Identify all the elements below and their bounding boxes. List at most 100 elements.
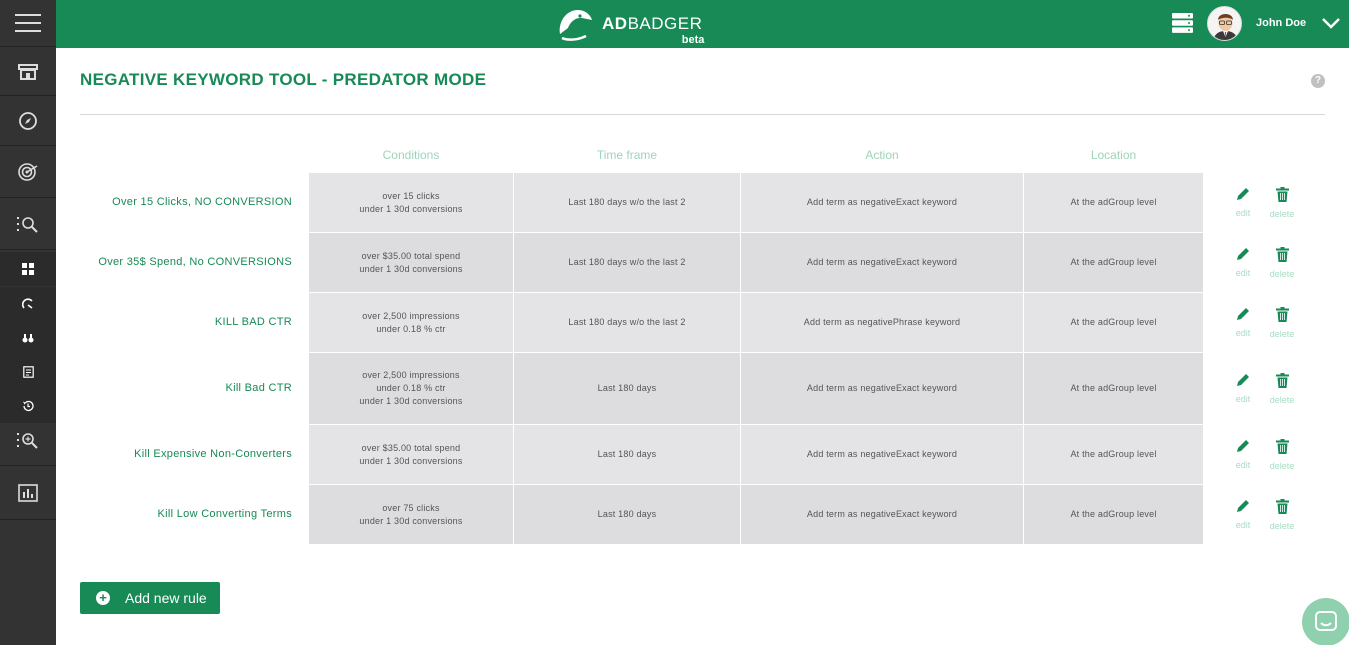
cell-action: Add term as negativeExact keyword	[741, 173, 1023, 232]
user-menu-toggle[interactable]	[1321, 15, 1341, 36]
menu-button[interactable]	[0, 0, 56, 47]
pencil-icon	[1236, 373, 1250, 392]
table-row: KILL BAD CTR over 2,500 impressions under …	[0, 293, 1349, 352]
cell-action: Add term as negativePhrase keyword	[741, 293, 1023, 352]
delete-button[interactable]: delete	[1267, 306, 1297, 339]
cell-action: Add term as negativeExact keyword	[741, 353, 1023, 424]
badger-logo-icon	[559, 10, 592, 41]
trash-icon	[1275, 438, 1289, 459]
cell-location: At the adGroup level	[1024, 173, 1203, 232]
condition-line: under 1 30d conversions	[359, 203, 463, 214]
cell-text: Add term as negativePhrase keyword	[803, 317, 961, 327]
cell-location: At the adGroup level	[1024, 425, 1203, 484]
edit-button-label: edit	[1235, 393, 1251, 404]
cell-conditions: over $35.00 total spend under 1 30d conve…	[309, 233, 513, 292]
delete-button[interactable]: delete	[1267, 438, 1297, 471]
cell-text: At the adGroup level	[1070, 383, 1157, 393]
rule-name[interactable]: Kill Bad CTR	[225, 382, 292, 394]
cell-timeframe: Last 180 days	[514, 353, 740, 424]
chat-launcher[interactable]	[1302, 598, 1349, 645]
cell-text: Last 180 days	[597, 449, 657, 459]
server-icon	[1172, 13, 1193, 33]
adbadger-logo[interactable]: ADBADGER beta	[556, 6, 704, 46]
avatar[interactable]	[1207, 6, 1242, 41]
table-row: Over 35$ Spend, No CONVERSIONS over $35.0…	[0, 233, 1349, 292]
cell-text: Last 180 days w/o the last 2	[568, 317, 686, 327]
delete-button-label: delete	[1269, 394, 1295, 405]
help-icon[interactable]: ?	[1311, 74, 1325, 88]
delete-button[interactable]: delete	[1267, 186, 1297, 219]
edit-button[interactable]: edit	[1228, 247, 1258, 278]
column-header-action: Action	[865, 148, 899, 162]
cell-action: Add term as negativeExact keyword	[741, 425, 1023, 484]
condition-line: over $35.00 total spend	[361, 250, 461, 261]
delete-button-label: delete	[1269, 328, 1295, 339]
brand-name: ADBADGER	[602, 15, 702, 33]
edit-button[interactable]: edit	[1228, 499, 1258, 530]
condition-line: under 1 30d conversions	[359, 455, 463, 466]
trash-icon	[1275, 246, 1289, 267]
user-name[interactable]: John Doe	[1256, 17, 1306, 29]
edit-button[interactable]: edit	[1228, 439, 1258, 470]
edit-button-label: edit	[1235, 519, 1251, 530]
condition-line: over 2,500 impressions	[362, 370, 460, 380]
add-new-rule-button[interactable]: + Add new rule	[80, 582, 220, 614]
condition-line: over 75 clicks	[382, 502, 440, 513]
rule-name[interactable]: Kill Expensive Non-Converters	[134, 448, 292, 460]
add-new-rule-label: Add new rule	[125, 590, 207, 606]
cell-action: Add term as negativeExact keyword	[741, 233, 1023, 292]
cell-text: Add term as negativeExact keyword	[806, 257, 958, 267]
rule-name[interactable]: Kill Low Converting Terms	[158, 508, 292, 520]
cell-text: Last 180 days	[597, 383, 657, 393]
column-header-conditions: Conditions	[382, 148, 440, 162]
cell-conditions: over 2,500 impressions under 0.18 % ctr un…	[309, 353, 513, 424]
cell-timeframe: Last 180 days w/o the last 2	[514, 233, 740, 292]
divider	[80, 114, 1325, 115]
cell-location: At the adGroup level	[1024, 233, 1203, 292]
delete-button-label: delete	[1269, 520, 1295, 531]
condition-line: over 2,500 impressions	[362, 310, 460, 321]
condition-line: under 1 30d conversions	[359, 396, 463, 406]
cell-timeframe: Last 180 days	[514, 485, 740, 544]
delete-button[interactable]: delete	[1267, 372, 1297, 405]
cell-location: At the adGroup level	[1024, 353, 1203, 424]
edit-button[interactable]: edit	[1228, 187, 1258, 218]
cell-text: At the adGroup level	[1070, 449, 1157, 459]
column-header-location: Location	[1090, 148, 1137, 162]
cell-timeframe: Last 180 days w/o the last 2	[514, 293, 740, 352]
delete-button[interactable]: delete	[1267, 246, 1297, 279]
condition-line: over 15 clicks	[382, 190, 440, 201]
cell-location: At the adGroup level	[1024, 485, 1203, 544]
table-row: Kill Low Converting Terms over 75 clicks u…	[0, 485, 1349, 544]
cell-conditions: over 75 clicks under 1 30d conversions	[309, 485, 513, 544]
condition-line: under 0.18 % ctr	[376, 383, 446, 393]
sidebar-item-stores[interactable]	[0, 48, 56, 96]
edit-button[interactable]: edit	[1228, 373, 1258, 404]
cell-text: Add term as negativeExact keyword	[806, 509, 958, 519]
edit-button-label: edit	[1235, 207, 1251, 218]
delete-button-label: delete	[1269, 460, 1295, 471]
cell-text: Add term as negativeExact keyword	[806, 383, 958, 393]
pencil-icon	[1236, 247, 1250, 266]
rule-name[interactable]: KILL BAD CTR	[215, 316, 292, 328]
condition-line: over $35.00 total spend	[361, 442, 461, 453]
cell-text: Add term as negativeExact keyword	[806, 449, 958, 459]
sidebar-item-explore[interactable]	[0, 96, 56, 146]
pencil-icon	[1236, 439, 1250, 458]
rule-name[interactable]: Over 15 Clicks, NO CONVERSION	[112, 196, 292, 208]
condition-line: under 1 30d conversions	[359, 263, 463, 274]
delete-button[interactable]: delete	[1267, 498, 1297, 531]
brand-tag: beta	[681, 34, 705, 46]
edit-button[interactable]: edit	[1228, 307, 1258, 338]
delete-button-label: delete	[1269, 268, 1295, 279]
cell-text: At the adGroup level	[1070, 317, 1157, 327]
cell-conditions: over 15 clicks under 1 30d conversions	[309, 173, 513, 232]
brand-prefix: AD	[602, 14, 628, 33]
edit-button-label: edit	[1235, 459, 1251, 470]
accounts-button[interactable]	[1172, 13, 1193, 38]
rule-name[interactable]: Over 35$ Spend, No CONVERSIONS	[98, 256, 292, 268]
cell-timeframe: Last 180 days w/o the last 2	[514, 173, 740, 232]
cell-text: At the adGroup level	[1070, 257, 1157, 267]
plus-circle-icon: +	[96, 591, 110, 605]
condition-line: under 1 30d conversions	[359, 515, 463, 526]
